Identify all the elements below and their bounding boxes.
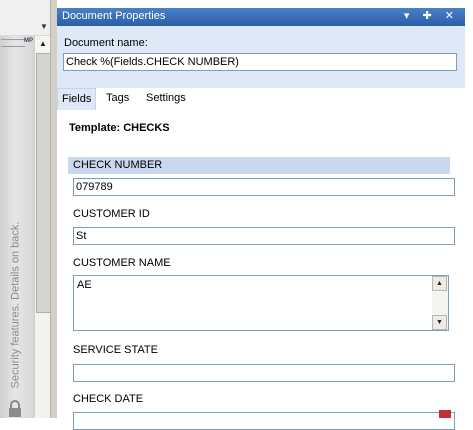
tab-settings[interactable]: Settings bbox=[142, 88, 190, 109]
check-header-mark: MP bbox=[24, 38, 33, 44]
check-image-preview: MP Security features. Details on back. bbox=[0, 36, 34, 418]
lock-icon bbox=[9, 400, 21, 417]
field-label-customer-name: CUSTOMER NAME bbox=[73, 257, 171, 269]
tab-fields[interactable]: Fields bbox=[57, 88, 97, 110]
document-preview-pane: ▼ MP Security features. Details on back.… bbox=[0, 0, 57, 418]
field-label-check-number: CHECK NUMBER bbox=[68, 157, 450, 174]
document-properties-pane: Document Properties ▾ ✚ ✕ Document name:… bbox=[57, 0, 473, 430]
document-name-section: Document name: bbox=[57, 26, 465, 88]
panel-window-controls-icon[interactable]: ▾ ✚ ✕ bbox=[404, 9, 459, 22]
properties-tabs: Fields Tags Settings bbox=[57, 88, 465, 110]
field-label-service-state: SERVICE STATE bbox=[73, 344, 158, 356]
check-number-field[interactable] bbox=[73, 178, 455, 196]
customer-name-scrollbar[interactable]: ▲ ▼ bbox=[432, 276, 448, 330]
document-name-label: Document name: bbox=[64, 37, 148, 49]
security-features-text: Security features. Details on back. bbox=[9, 221, 22, 389]
field-label-customer-id: CUSTOMER ID bbox=[73, 208, 150, 220]
scroll-up-icon[interactable]: ▲ bbox=[432, 276, 447, 291]
fields-panel: Template: CHECKS CHECK NUMBER CUSTOMER I… bbox=[57, 110, 465, 430]
panel-title: Document Properties bbox=[62, 10, 166, 22]
properties-scroll-strip bbox=[465, 0, 473, 418]
pane-splitter[interactable] bbox=[50, 0, 57, 418]
error-flag-icon bbox=[439, 410, 451, 418]
tab-tags[interactable]: Tags bbox=[102, 88, 133, 109]
scroll-down-icon[interactable]: ▼ bbox=[432, 315, 447, 330]
service-state-field[interactable] bbox=[73, 364, 455, 382]
customer-name-field[interactable]: AE ▲ ▼ bbox=[73, 275, 449, 331]
chevron-down-icon[interactable]: ▼ bbox=[40, 22, 48, 32]
panel-title-bar: Document Properties ▾ ✚ ✕ bbox=[57, 8, 465, 26]
preview-header: ▼ bbox=[0, 0, 56, 36]
check-header-stripe bbox=[1, 39, 25, 47]
check-date-field[interactable] bbox=[73, 412, 455, 430]
customer-name-value: AE bbox=[77, 279, 92, 291]
customer-id-field[interactable] bbox=[73, 227, 455, 245]
document-name-input[interactable] bbox=[63, 53, 457, 71]
field-label-check-date: CHECK DATE bbox=[73, 393, 144, 405]
template-name: Template: CHECKS bbox=[69, 122, 170, 134]
chevron-up-icon[interactable]: ▲ bbox=[35, 36, 51, 51]
scrollbar-thumb[interactable] bbox=[36, 53, 51, 313]
preview-vertical-scrollbar[interactable]: ▲ bbox=[34, 36, 51, 418]
